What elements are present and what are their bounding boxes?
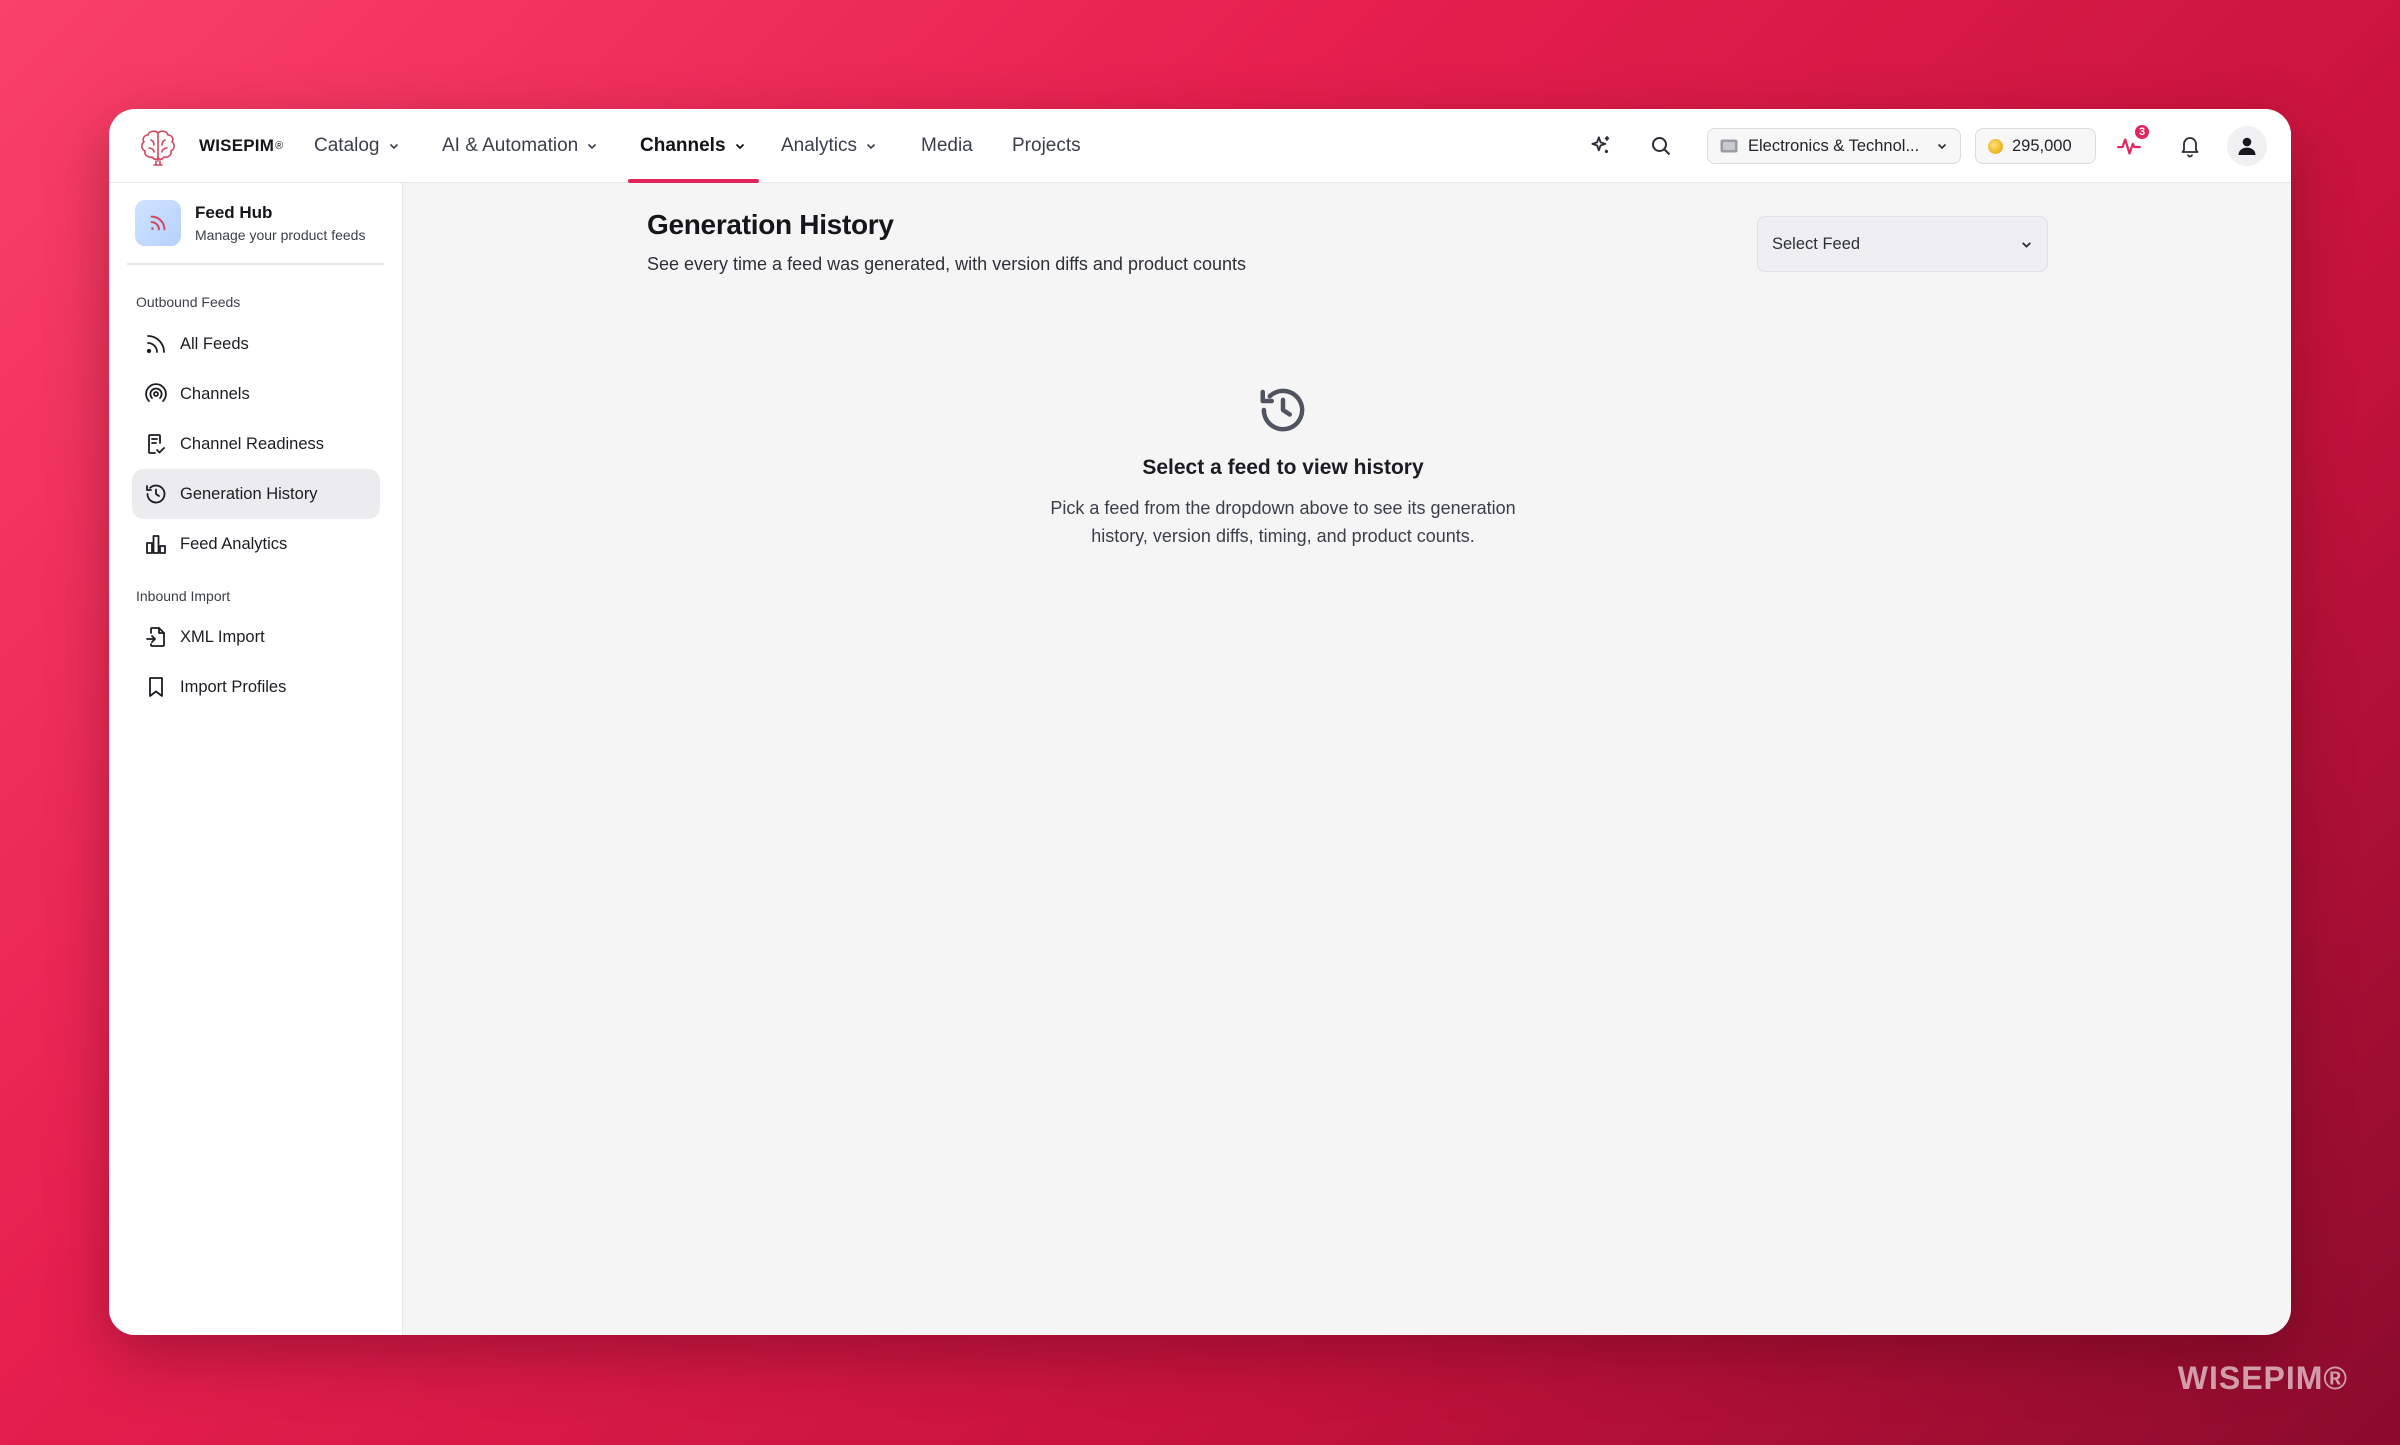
sidebar: Feed Hub Manage your product feeds Outbo… xyxy=(109,183,403,1335)
nav-media-label: Media xyxy=(921,135,973,156)
notifications-bell-icon[interactable] xyxy=(2175,131,2205,161)
nav-projects-label: Projects xyxy=(1012,135,1081,156)
divider xyxy=(127,263,384,265)
brand-watermark: WISEPIM® xyxy=(2177,1360,2348,1396)
empty-state-title: Select a feed to view history xyxy=(1142,456,1424,479)
bar-chart-icon xyxy=(146,535,166,554)
coin-icon xyxy=(1988,138,2003,154)
file-import-icon xyxy=(146,627,165,647)
ai-sparkle-icon[interactable] xyxy=(1586,131,1616,161)
sidebar-item-feed-analytics[interactable]: Feed Analytics xyxy=(132,519,380,569)
feed-select-dropdown[interactable]: Select Feed xyxy=(1757,216,2048,272)
feed-hub-header: Feed Hub Manage your product feeds xyxy=(135,200,365,246)
page-subtitle: See every time a feed was generated, wit… xyxy=(647,254,1247,274)
feed-select-label: Select Feed xyxy=(1772,234,1861,253)
empty-state-description: Pick a feed from the dropdown above to s… xyxy=(1050,498,1516,546)
empty-state: Select a feed to view history Pick a fee… xyxy=(983,383,1583,550)
sidebar-item-label: Import Profiles xyxy=(180,677,287,696)
hub-subtitle: Manage your product feeds xyxy=(195,227,366,243)
brain-logo-icon[interactable] xyxy=(137,127,179,167)
sidebar-item-channels[interactable]: Channels xyxy=(132,369,380,419)
sidebar-item-label: Generation History xyxy=(180,484,318,503)
chevron-down-icon xyxy=(866,143,876,150)
sidebar-item-generation-history[interactable]: Generation History xyxy=(132,469,380,519)
section-label-inbound: Inbound Import xyxy=(136,588,231,604)
workspace-label: Electronics & Technol... xyxy=(1748,136,1920,155)
activity-badge: 3 xyxy=(2133,123,2151,141)
app-window: WISEPIM® Catalog AI & Automation Channel… xyxy=(109,109,2291,1335)
chevron-down-icon xyxy=(1937,143,1947,150)
sidebar-item-label: Channels xyxy=(180,384,250,403)
rss-icon xyxy=(146,335,165,354)
chevron-down-icon xyxy=(735,143,744,150)
chevron-down-icon xyxy=(588,143,597,150)
sidebar-item-channel-readiness[interactable]: Channel Readiness xyxy=(132,419,380,469)
credits-balance[interactable]: 295,000 xyxy=(1975,128,2096,164)
nav-ai-automation-label: AI & Automation xyxy=(442,135,579,156)
rss-icon xyxy=(135,200,181,246)
nav-catalog[interactable]: Catalog xyxy=(314,109,400,183)
nav-media[interactable]: Media xyxy=(921,109,973,183)
nav-ai-automation[interactable]: AI & Automation xyxy=(442,109,598,183)
nav-channels-label: Channels xyxy=(640,135,726,156)
search-icon[interactable] xyxy=(1646,131,1676,161)
workspace-folder-icon xyxy=(1720,139,1738,153)
history-icon xyxy=(1260,388,1305,432)
nav-projects[interactable]: Projects xyxy=(1012,109,1081,183)
main-content: Generation History See every time a feed… xyxy=(403,183,2291,1335)
nav-analytics-label: Analytics xyxy=(781,135,858,156)
top-navigation-bar: WISEPIM® Catalog AI & Automation Channel… xyxy=(109,109,2291,183)
brand-name[interactable]: WISEPIM® xyxy=(199,136,283,156)
sidebar-item-label: Channel Readiness xyxy=(180,434,325,453)
user-icon xyxy=(2238,137,2256,155)
page-title: Generation History xyxy=(647,209,894,240)
credits-value: 295,000 xyxy=(2012,136,2072,155)
sidebar-item-label: Feed Analytics xyxy=(180,534,288,553)
chevron-down-icon xyxy=(389,143,398,150)
broadcast-icon xyxy=(145,383,167,402)
nav-channels[interactable]: Channels xyxy=(640,109,746,183)
sidebar-item-label: All Feeds xyxy=(180,334,249,353)
hub-title: Feed Hub xyxy=(195,203,273,222)
history-icon xyxy=(146,484,166,504)
sidebar-item-import-profiles[interactable]: Import Profiles xyxy=(132,662,380,712)
checklist-icon xyxy=(148,434,165,454)
nav-analytics[interactable]: Analytics xyxy=(781,109,877,183)
user-avatar[interactable] xyxy=(2227,126,2267,166)
nav-catalog-label: Catalog xyxy=(314,135,380,156)
sidebar-item-xml-import[interactable]: XML Import xyxy=(132,612,380,662)
sidebar-item-label: XML Import xyxy=(180,627,265,646)
sidebar-item-all-feeds[interactable]: All Feeds xyxy=(132,319,380,369)
chevron-down-icon xyxy=(2022,241,2031,248)
section-label-outbound: Outbound Feeds xyxy=(136,294,241,310)
bookmark-icon xyxy=(149,677,163,697)
workspace-selector[interactable]: Electronics & Technol... xyxy=(1707,128,1961,164)
